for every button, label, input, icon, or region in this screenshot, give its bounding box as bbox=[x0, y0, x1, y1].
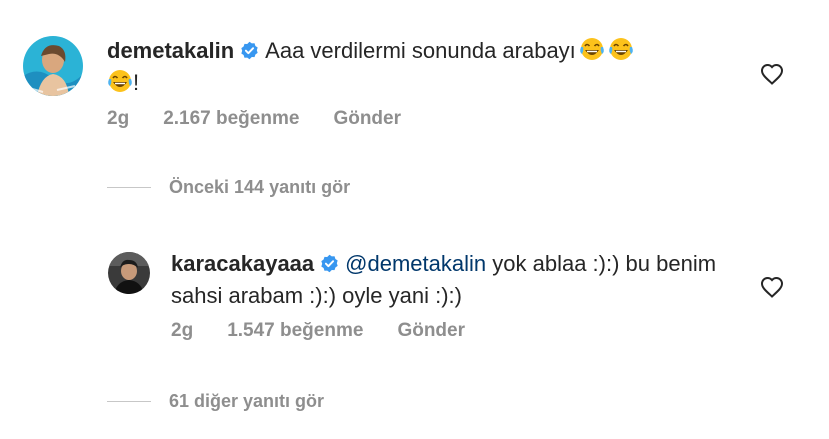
comment-body: demetakalin Aaa verdilermi sonunda arabay… bbox=[107, 35, 667, 99]
comment-username[interactable]: demetakalin bbox=[107, 38, 234, 63]
reply-button[interactable]: Gönder bbox=[397, 320, 465, 341]
like-heart-icon[interactable] bbox=[760, 63, 784, 85]
view-more-replies-label: 61 diğer yanıtı gör bbox=[169, 391, 325, 411]
comment-meta: 2g 2.167 beğenme Gönder bbox=[107, 108, 435, 130]
reply-button[interactable]: Gönder bbox=[333, 108, 401, 129]
view-previous-replies-button[interactable]: Önceki 144 yanıtı gör bbox=[107, 177, 350, 198]
verified-badge-icon bbox=[321, 254, 338, 273]
view-more-replies-button[interactable]: 61 diğer yanıtı gör bbox=[107, 391, 324, 412]
profile-photo bbox=[23, 36, 83, 96]
view-previous-replies-label: Önceki 144 yanıtı gör bbox=[169, 177, 351, 197]
comment-text-tail: ! bbox=[133, 70, 140, 95]
face-with-tears-of-joy-icon bbox=[108, 70, 132, 92]
verified-badge-icon bbox=[241, 41, 258, 60]
comment-text: Aaa verdilermi sonunda arabayı bbox=[265, 38, 576, 63]
reply-likes[interactable]: 1.547 beğenme bbox=[227, 320, 363, 341]
divider-line bbox=[107, 401, 151, 402]
avatar[interactable] bbox=[23, 36, 83, 96]
comment-likes[interactable]: 2.167 beğenme bbox=[163, 108, 299, 129]
reply-username[interactable]: karacakayaaa bbox=[171, 251, 314, 276]
comments-panel: demetakalin Aaa verdilermi sonunda arabay… bbox=[0, 0, 829, 439]
reply-body: karacakayaaa @demetakalin yok ablaa :):) … bbox=[171, 248, 731, 312]
comment-time[interactable]: 2g bbox=[107, 108, 129, 129]
like-heart-icon[interactable] bbox=[760, 276, 784, 298]
reply-meta: 2g 1.547 beğenme Gönder bbox=[171, 320, 499, 342]
profile-photo bbox=[108, 252, 150, 294]
face-with-tears-of-joy-icon bbox=[608, 38, 633, 60]
mention-link[interactable]: @demetakalin bbox=[345, 251, 486, 276]
face-with-tears-of-joy-icon bbox=[579, 38, 604, 60]
reply-time[interactable]: 2g bbox=[171, 320, 193, 341]
divider-line bbox=[107, 187, 151, 188]
reply-avatar[interactable] bbox=[108, 252, 150, 294]
